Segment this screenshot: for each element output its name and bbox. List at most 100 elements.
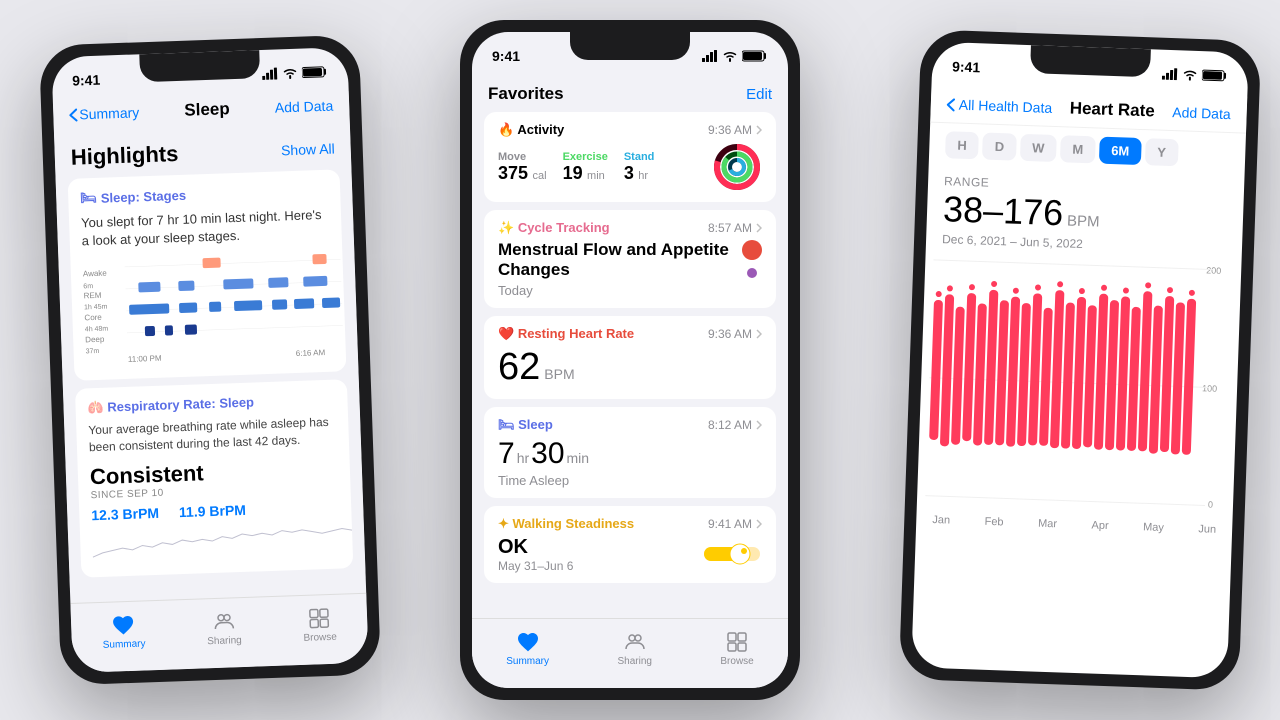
- edit-button[interactable]: Edit: [746, 86, 772, 103]
- tab-H[interactable]: H: [945, 131, 979, 159]
- resp-val-2: 11.9 BrPM: [179, 502, 246, 520]
- tab-sharing-center[interactable]: Sharing: [617, 630, 651, 667]
- cycle-tracking-card[interactable]: ✨ Cycle Tracking 8:57 AM Menstrual Flow …: [484, 210, 776, 308]
- back-chevron-icon: [69, 108, 77, 121]
- exercise-unit: min: [587, 170, 605, 182]
- battery-icon-left: [302, 66, 328, 79]
- nav-title-sleep: Sleep: [184, 99, 230, 121]
- hr-add-data[interactable]: Add Data: [1172, 104, 1231, 122]
- status-icons-center: [702, 50, 768, 62]
- phone-hr-screen: 9:41: [911, 42, 1249, 679]
- month-jun: Jun: [1198, 523, 1216, 536]
- sleep-stages-card[interactable]: 🛏 🛏 Sleep: Stages Sleep: Stages You slep…: [68, 169, 347, 381]
- sleep-card-center[interactable]: 🛏 Sleep 8:12 AM 7 hr 30 min Time Asleep: [484, 407, 776, 498]
- stand-value: 3: [624, 163, 634, 183]
- battery-icon-right: [1202, 69, 1228, 82]
- cycle-content-row: Menstrual Flow and Appetite Changes Toda…: [498, 240, 762, 298]
- tab-bar-sleep-phone: Summary Sharing Browse: [70, 593, 368, 673]
- stand-unit: hr: [638, 170, 648, 182]
- sleep-content: Highlights Show All 🛏 🛏 Sleep: Stages Sl…: [54, 123, 366, 588]
- back-chevron-icon-right: [947, 98, 955, 111]
- cycle-card-header: ✨ Cycle Tracking 8:57 AM: [498, 220, 762, 236]
- tab-browse[interactable]: Browse: [302, 606, 337, 644]
- cycle-dot-purple: [747, 268, 757, 278]
- move-metric: Move 375 cal: [498, 151, 547, 184]
- sleep-label-text: Time Asleep: [498, 473, 762, 488]
- cycle-main-title: Menstrual Flow and Appetite Changes: [498, 240, 742, 281]
- respiratory-title: 🫁 Respiratory Rate: Sleep: [87, 392, 335, 417]
- svg-text:0: 0: [1208, 500, 1213, 510]
- walking-value: OK: [498, 536, 573, 559]
- heart-title-header: ❤️ Resting Heart Rate: [498, 326, 634, 342]
- cycle-title-header: ✨ Cycle Tracking: [498, 220, 610, 236]
- activity-ring-svg: [712, 142, 762, 192]
- heart-value-display: 62 BPM: [498, 346, 762, 389]
- nav-back-sleep[interactable]: Summary: [69, 104, 139, 122]
- walking-gauge-svg: [702, 539, 762, 569]
- chevron-right-cycle: [756, 223, 762, 233]
- status-time-right: 9:41: [952, 58, 981, 75]
- phone-sleep-screen: 9:41: [51, 47, 368, 673]
- wifi-icon-right: [1182, 68, 1198, 81]
- battery-icon-center: [742, 50, 768, 62]
- walking-card-header: ✦ Walking Steadiness 9:41 AM: [498, 516, 762, 532]
- activity-ring-container: [712, 142, 762, 192]
- chevron-right-sleep: [756, 420, 762, 430]
- cycle-dots: [742, 240, 762, 278]
- tab-browse-center[interactable]: Browse: [720, 630, 753, 667]
- tab-sharing-label: Sharing: [207, 635, 242, 647]
- sleep-stages-title: 🛏 🛏 Sleep: Stages Sleep: Stages: [80, 182, 328, 207]
- nav-add-data[interactable]: Add Data: [275, 98, 334, 116]
- tab-D[interactable]: D: [982, 132, 1016, 160]
- tab-W[interactable]: W: [1020, 134, 1057, 162]
- notch-right: [1030, 45, 1151, 77]
- tab-bar-center: Summary Sharing Browse: [472, 618, 788, 688]
- exercise-value: 19: [563, 163, 583, 183]
- month-feb: Feb: [984, 516, 1003, 529]
- highlights-title: Highlights: [70, 141, 178, 171]
- hr-back[interactable]: All Health Data: [947, 96, 1053, 116]
- browse-tab-icon: [307, 606, 332, 631]
- activity-time: 9:36 AM: [708, 123, 762, 137]
- svg-text:11:00 PM: 11:00 PM: [128, 354, 162, 364]
- chevron-right-walking: [756, 519, 762, 529]
- sharing-tab-icon: [211, 609, 236, 634]
- tab-summary-center[interactable]: Summary: [506, 630, 549, 667]
- walking-title-header: ✦ Walking Steadiness: [498, 516, 634, 532]
- activity-card[interactable]: 🔥 Activity 9:36 AM Move 375 cal: [484, 112, 776, 202]
- move-value: 375: [498, 163, 528, 183]
- heart-time: 9:36 AM: [708, 327, 762, 341]
- tab-M[interactable]: M: [1060, 135, 1096, 163]
- tab-summary-label-center: Summary: [506, 656, 549, 667]
- hr-chart-svg: 200 100 0: [925, 250, 1234, 520]
- wifi-icon-center: [722, 50, 738, 62]
- tab-Y[interactable]: Y: [1145, 138, 1179, 166]
- heart-card-header: ❤️ Resting Heart Rate 9:36 AM: [498, 326, 762, 342]
- tab-sharing-label-center: Sharing: [617, 656, 651, 667]
- tab-summary[interactable]: Summary: [102, 612, 146, 650]
- sleep-time: 8:12 AM: [708, 418, 762, 432]
- show-all-link[interactable]: Show All: [281, 141, 335, 159]
- chevron-right-activity: [756, 125, 762, 135]
- signal-icon-left: [262, 67, 278, 80]
- activity-card-header: 🔥 Activity 9:36 AM: [498, 122, 762, 138]
- stand-label: Stand: [624, 151, 655, 163]
- move-label: Move: [498, 151, 547, 163]
- sleep-stages-text: You slept for 7 hr 10 min last night. He…: [81, 206, 330, 251]
- activity-metrics: Move 375 cal Exercise 19 min: [498, 151, 654, 184]
- respiratory-card[interactable]: 🫁 Respiratory Rate: Sleep Your average b…: [75, 380, 353, 578]
- svg-text:4h 48m: 4h 48m: [85, 326, 109, 334]
- heart-tab-icon-center: [516, 630, 540, 654]
- notch-left: [139, 50, 260, 82]
- tab-summary-label: Summary: [103, 638, 146, 650]
- heart-rate-card[interactable]: ❤️ Resting Heart Rate 9:36 AM 62 BPM: [484, 316, 776, 399]
- cycle-text-col: Menstrual Flow and Appetite Changes Toda…: [498, 240, 742, 298]
- svg-text:37m: 37m: [86, 348, 100, 355]
- tab-sharing[interactable]: Sharing: [206, 609, 242, 647]
- tab-browse-label-center: Browse: [720, 656, 753, 667]
- sleep-title-header: 🛏 Sleep: [498, 417, 553, 433]
- tab-6M[interactable]: 6M: [1099, 137, 1142, 165]
- month-may: May: [1143, 521, 1164, 534]
- cycle-dot-red: [742, 240, 762, 260]
- walking-steadiness-card[interactable]: ✦ Walking Steadiness 9:41 AM OK May 31–J…: [484, 506, 776, 583]
